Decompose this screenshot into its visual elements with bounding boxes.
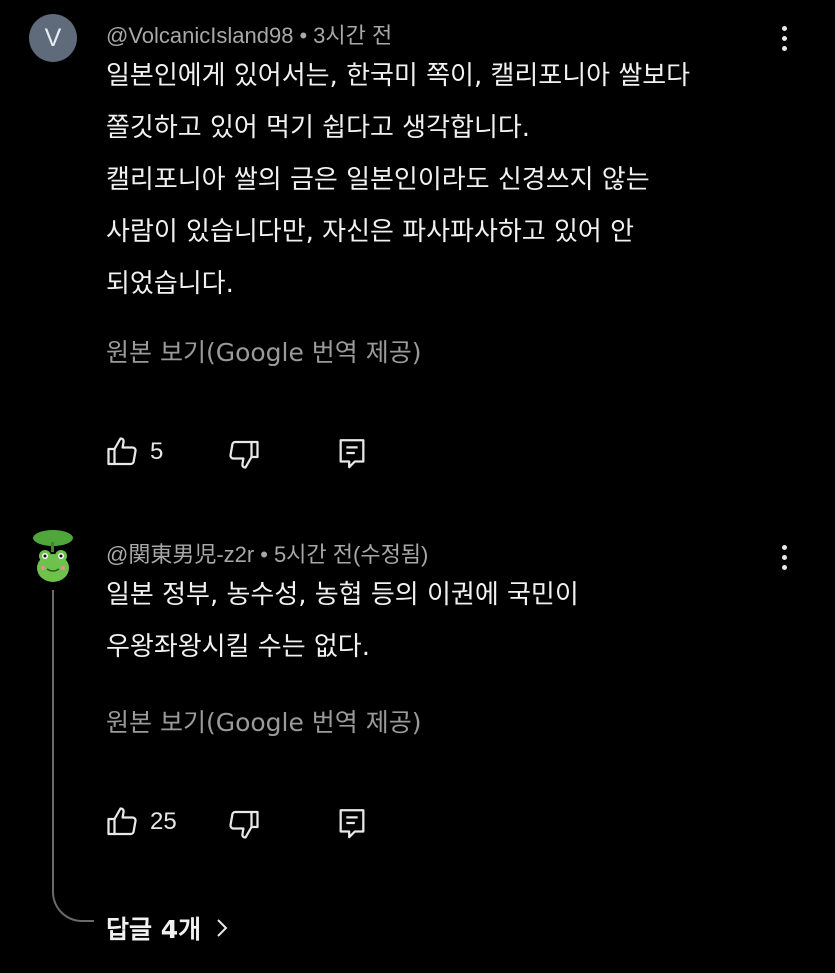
comment-body: 일본인에게 있어서는, 한국미 쪽이, 캘리포니아 쌀보다 쫄깃하고 있어 먹기…: [106, 50, 690, 310]
comment-line: 되었습니다.: [106, 269, 234, 299]
more-vert-icon: [781, 544, 787, 550]
more-vert-icon-dot: [781, 45, 787, 51]
author-name[interactable]: @関東男児-z2r: [106, 542, 254, 567]
dislike-icon: [229, 440, 259, 469]
comment-line: 우왕좌왕시킬 수는 없다.: [106, 632, 370, 662]
author-name[interactable]: @VolcanicIsland98: [106, 23, 293, 48]
more-options-button[interactable]: [771, 18, 797, 58]
timestamp[interactable]: 3시간 전: [313, 23, 392, 48]
more-vert-icon: [781, 25, 787, 31]
like-count: 5: [150, 438, 164, 465]
separator-dot: •: [260, 542, 268, 567]
like-icon: [107, 807, 137, 836]
avatar[interactable]: V: [29, 14, 77, 62]
comment-line: 일본인에게 있어서는, 한국미 쪽이, 캘리포니아 쌀보다: [106, 61, 691, 91]
reply-button[interactable]: [336, 436, 368, 474]
reply-icon: [339, 809, 365, 839]
like-icon: [107, 437, 137, 466]
dislike-button[interactable]: [226, 436, 262, 476]
like-button[interactable]: 5: [104, 434, 163, 470]
reply-button[interactable]: [336, 806, 368, 844]
avatar[interactable]: [30, 528, 76, 590]
replies-label: 답글 4개: [106, 915, 202, 944]
reply-icon: [339, 439, 365, 469]
chevron-right-icon: [217, 919, 228, 937]
comment-line: 캘리포니아 쌀의 금은 일본인이라도 신경쓰지 않는: [106, 165, 650, 195]
more-vert-icon-dot: [781, 564, 787, 570]
timestamp[interactable]: 5시간 전(수정됨): [274, 542, 428, 567]
like-count: 25: [150, 808, 177, 835]
frog-avatar-icon: [33, 530, 73, 582]
more-vert-icon-dot: [781, 35, 787, 41]
comment-line: 사람이 있습니다만, 자신은 파사파사하고 있어 안: [106, 217, 634, 247]
comment-body: 일본 정부, 농수성, 농협 등의 이권에 국민이 우왕좌왕시킬 수는 없다.: [106, 569, 579, 673]
like-button[interactable]: 25: [104, 804, 177, 840]
comment-meta: @関東男児-z2r • 5시간 전(수정됨): [106, 537, 428, 569]
separator-dot: •: [299, 23, 308, 48]
view-replies-button[interactable]: 답글 4개: [106, 910, 229, 946]
more-options-button[interactable]: [771, 537, 797, 577]
dislike-icon: [229, 810, 259, 839]
see-original-link[interactable]: 원본 보기(Google 번역 제공): [106, 703, 422, 739]
see-original-link[interactable]: 원본 보기(Google 번역 제공): [106, 333, 422, 369]
comment-line: 일본 정부, 농수성, 농협 등의 이권에 국민이: [106, 580, 579, 610]
comment-line: 쫄깃하고 있어 먹기 쉽다고 생각합니다.: [106, 113, 531, 143]
thread-connector-line: [52, 590, 94, 922]
dislike-button[interactable]: [226, 806, 262, 846]
more-vert-icon-dot: [781, 554, 787, 560]
comment-meta: @VolcanicIsland98 • 3시간 전: [106, 18, 392, 50]
